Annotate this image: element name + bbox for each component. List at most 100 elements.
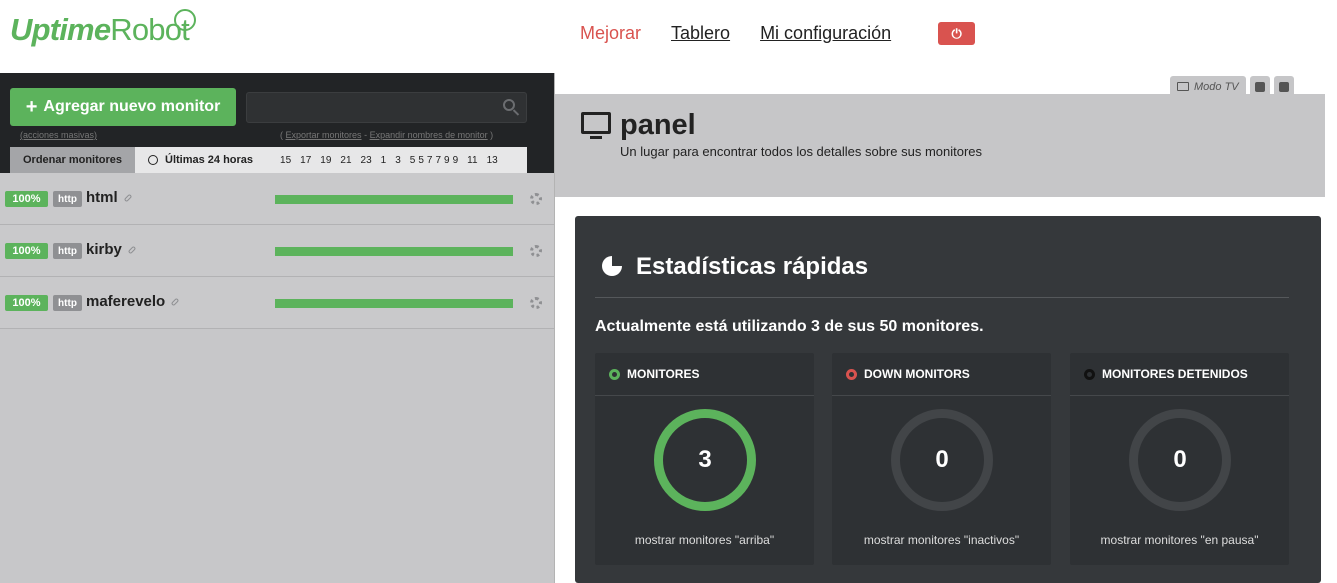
count-value: 0 — [935, 446, 949, 473]
hour-label: 23 — [360, 154, 372, 166]
panel-header: panel Un lugar para encontrar todos los … — [555, 94, 1325, 197]
hour-label: 3 — [395, 154, 401, 166]
export-separator: - — [364, 130, 368, 140]
monitor-type-badge: http — [53, 191, 82, 207]
logo-ring-icon — [174, 9, 196, 31]
logo-text-uptime: Uptime — [10, 12, 111, 47]
monitor-row[interactable]: 100% http kirby — [0, 225, 554, 277]
monitor-icon — [581, 112, 611, 139]
hour-label: 5 — [409, 154, 416, 166]
uptime-bar — [275, 195, 513, 204]
export-links: ( Exportar monitores - Expandir nombres … — [280, 130, 493, 140]
card-header: MONITORES — [595, 353, 814, 396]
count-value: 0 — [1173, 446, 1187, 473]
down-status-icon — [846, 368, 857, 380]
monitor-row[interactable]: 100% http html — [0, 173, 554, 225]
clock-icon — [148, 155, 158, 165]
show-down-monitors-link[interactable]: mostrar monitores "inactivos" — [832, 533, 1051, 547]
page-subtitle: Un lugar para encontrar todos los detall… — [620, 144, 983, 159]
tab-sort-monitors[interactable]: Ordenar monitores — [10, 147, 135, 173]
logout-button[interactable]: ⏻ — [938, 22, 976, 45]
hour-label: 15 — [280, 154, 292, 166]
nav-upgrade-link[interactable]: Mejorar — [580, 23, 641, 44]
export-close-paren: ) — [490, 130, 494, 140]
up-status-icon — [609, 368, 620, 380]
hour-label: 17 — [300, 154, 312, 166]
uptime-bar — [275, 247, 513, 256]
uptimerobot-logo[interactable]: Uptime Robot — [10, 9, 196, 48]
card-header: DOWN MONITORS — [832, 353, 1051, 396]
uptime-badge: 100% — [5, 191, 48, 207]
hour-label: 7 — [426, 154, 433, 166]
search-icon — [503, 99, 515, 111]
monitor-name-link[interactable]: html — [86, 189, 132, 206]
gear-icon[interactable] — [530, 193, 542, 205]
paused-status-icon — [1084, 368, 1095, 380]
monitor-row[interactable]: 100% http maferevelo — [0, 277, 554, 329]
link-icon[interactable] — [127, 245, 137, 255]
dashboard-main: Modo TV panel Un lugar para encontrar to… — [555, 73, 1337, 583]
link-icon[interactable] — [123, 193, 132, 203]
usage-summary: Actualmente está utilizando 3 de sus 50 … — [595, 318, 984, 335]
export-monitors-link[interactable]: Exportar monitores — [286, 130, 362, 140]
top-header: Uptime Robot Mejorar Tablero Mi configur… — [0, 0, 1337, 73]
export-open-paren: ( — [280, 130, 283, 140]
hour-label: 7 — [435, 154, 442, 166]
facebook-icon — [1278, 81, 1289, 92]
uptime-badge: 100% — [5, 295, 48, 311]
count-ring: 0 — [1129, 409, 1231, 511]
monitor-type-badge: http — [53, 295, 82, 311]
last-24-hours-label: Últimas 24 horas — [165, 154, 254, 166]
monitor-sidebar: + Agregar nuevo monitor (acciones masiva… — [0, 73, 555, 583]
card-title: DOWN MONITORS — [864, 367, 970, 381]
nav-settings-link[interactable]: Mi configuración — [760, 23, 891, 44]
hour-label: 21 — [340, 154, 352, 166]
show-up-monitors-link[interactable]: mostrar monitores "arriba" — [595, 533, 814, 547]
plus-icon: + — [25, 95, 38, 118]
nav-dashboard-link[interactable]: Tablero — [671, 23, 730, 44]
page-title: panel — [620, 109, 696, 141]
tab-last-24-hours[interactable]: Últimas 24 horas 15 17 19 21 23 1 3 5 5 … — [135, 147, 527, 173]
pie-chart-icon — [602, 256, 622, 276]
card-title: MONITORES DETENIDOS — [1102, 367, 1248, 381]
power-icon: ⏻ — [951, 25, 962, 41]
quick-stats-title: Estadísticas rápidas — [636, 253, 869, 280]
sidebar-tabs: Ordenar monitores Últimas 24 horas 15 17… — [10, 147, 527, 173]
paused-monitors-card: MONITORES DETENIDOS 0 mostrar monitores … — [1070, 353, 1289, 565]
hour-axis: 15 17 19 21 23 1 3 5 5 7 7 9 9 11 13 — [280, 155, 507, 166]
down-monitors-card: DOWN MONITORS 0 mostrar monitores "inact… — [832, 353, 1051, 565]
tv-mode-label: Modo TV — [1194, 80, 1239, 93]
gear-icon[interactable] — [530, 245, 542, 257]
main-nav: Mejorar Tablero Mi configuración ⏻ — [580, 22, 976, 45]
mass-actions-link[interactable]: (acciones masivas) — [20, 130, 97, 140]
show-paused-monitors-link[interactable]: mostrar monitores "en pausa" — [1070, 533, 1289, 547]
monitor-type-badge: http — [53, 243, 82, 259]
add-monitor-button[interactable]: + Agregar nuevo monitor — [10, 88, 236, 126]
add-monitor-label: Agregar nuevo monitor — [43, 98, 221, 115]
hour-label: 1 — [380, 154, 387, 166]
count-ring: 0 — [891, 409, 993, 511]
monitor-name: kirby — [86, 241, 122, 258]
divider — [595, 297, 1289, 298]
sidebar-toolbar: + Agregar nuevo monitor (acciones masiva… — [0, 73, 554, 173]
count-value: 3 — [698, 446, 712, 473]
monitor-search-input[interactable] — [246, 92, 527, 123]
gear-icon[interactable] — [530, 297, 542, 309]
link-icon[interactable] — [170, 297, 180, 307]
card-header: MONITORES DETENIDOS — [1070, 353, 1289, 396]
hour-label: 19 — [320, 154, 332, 166]
up-monitors-card: MONITORES 3 mostrar monitores "arriba" — [595, 353, 814, 565]
card-title: MONITORES — [627, 367, 700, 381]
hour-label: 9 — [444, 154, 450, 166]
hour-label: 9 — [452, 154, 459, 166]
quick-stats-panel: Estadísticas rápidas Actualmente está ut… — [575, 216, 1321, 583]
hour-label: 13 — [486, 154, 498, 166]
expand-names-link[interactable]: Expandir nombres de monitor — [370, 130, 488, 140]
uptime-badge: 100% — [5, 243, 48, 259]
twitter-icon — [1254, 81, 1265, 92]
uptime-bar — [275, 299, 513, 308]
monitor-name: maferevelo — [86, 293, 166, 310]
monitor-name-link[interactable]: maferevelo — [86, 293, 180, 310]
hour-label: 5 — [418, 154, 424, 166]
monitor-name-link[interactable]: kirby — [86, 241, 137, 258]
